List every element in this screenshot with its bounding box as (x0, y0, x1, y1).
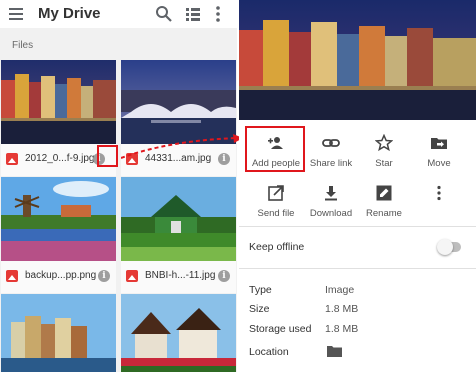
link-icon (322, 139, 340, 147)
page-title: My Drive (38, 5, 101, 22)
menu-icon[interactable] (7, 5, 25, 23)
file-thumbnail (1, 294, 116, 372)
image-file-icon (6, 270, 18, 282)
info-icon[interactable]: i (98, 270, 110, 282)
rename-button[interactable]: Rename (353, 184, 415, 224)
file-thumbnail (1, 60, 116, 144)
property-label-type: Type (249, 284, 272, 296)
rename-icon (376, 185, 392, 201)
file-tile[interactable]: backup...pp.png i (1, 177, 116, 293)
pointer-arrow (121, 134, 243, 159)
keep-offline-label: Keep offline (249, 241, 305, 253)
info-icon[interactable]: i (218, 270, 230, 282)
file-tile[interactable] (121, 294, 236, 372)
property-label-size: Size (249, 303, 270, 315)
divider (239, 226, 476, 227)
property-value-storage-used: 1.8 MB (325, 323, 359, 335)
more-vert-icon[interactable] (208, 4, 228, 24)
file-caption: BNBI-h...-11.jpg i (121, 261, 236, 293)
file-thumbnail (121, 177, 236, 261)
toggle-knob (437, 239, 453, 255)
preview-image (239, 0, 476, 120)
property-value-size: 1.8 MB (325, 303, 359, 315)
file-name: 2012_0...f-9.jpg (25, 153, 95, 164)
divider (239, 268, 476, 269)
file-name: backup...pp.png (25, 270, 97, 281)
property-label-storage-used: Storage used (249, 323, 312, 335)
file-thumbnail (1, 177, 116, 261)
image-file-icon (126, 270, 138, 282)
file-name: BNBI-h...-11.jpg (145, 270, 216, 281)
more-vert-icon (437, 185, 441, 201)
file-thumbnail (121, 294, 236, 372)
add-people-highlight-box (245, 126, 305, 172)
file-caption: backup...pp.png i (1, 261, 116, 293)
star-button[interactable]: Star (353, 134, 415, 174)
send-file-icon (268, 185, 284, 201)
file-thumbnail (121, 60, 236, 144)
section-label-files: Files (12, 40, 34, 51)
send-file-button[interactable]: Send file (245, 184, 307, 224)
file-tile[interactable] (1, 294, 116, 372)
more-actions-button[interactable] (408, 184, 470, 224)
download-icon (325, 186, 337, 201)
move-folder-icon (431, 138, 447, 149)
keep-offline-toggle[interactable] (437, 239, 461, 255)
folder-icon[interactable] (327, 345, 342, 357)
move-button[interactable]: Move (408, 134, 470, 174)
search-icon[interactable] (154, 4, 174, 24)
property-value-type: Image (325, 284, 355, 296)
file-details-panel: Add people Share link Star Move Send fil… (239, 0, 476, 372)
image-file-icon (6, 153, 18, 165)
file-tile[interactable]: BNBI-h...-11.jpg i (121, 177, 236, 293)
info-highlight-box (97, 145, 118, 167)
list-view-icon[interactable] (183, 4, 203, 24)
file-browser-panel: My Drive Files 2012_0...f-9.jpg i 44331.… (0, 0, 237, 372)
star-icon (375, 134, 393, 152)
app-bar: My Drive (0, 0, 237, 28)
property-label-location: Location (249, 346, 289, 358)
